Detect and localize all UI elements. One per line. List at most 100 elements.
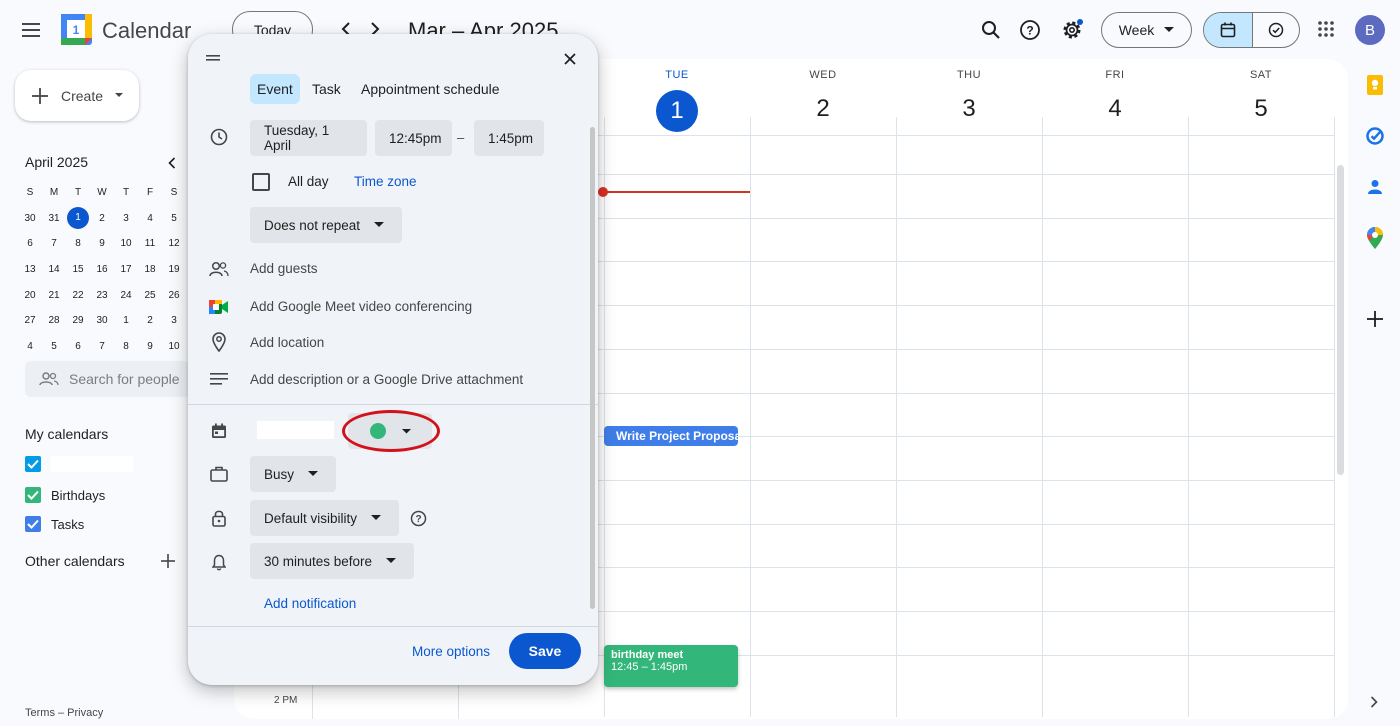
my-calendar-item-primary[interactable]	[25, 456, 133, 472]
availability-dropdown[interactable]: Busy	[250, 456, 336, 492]
mini-calendar-day[interactable]: 30	[18, 213, 42, 224]
tab-appointment-schedule[interactable]: Appointment schedule	[354, 74, 507, 104]
mini-calendar-day[interactable]: 2	[138, 315, 162, 326]
mini-calendar-day[interactable]: 17	[114, 264, 138, 275]
mini-calendar-day[interactable]: 2	[90, 213, 114, 224]
keep-app-button[interactable]	[1363, 73, 1387, 97]
mini-calendar-day[interactable]: 5	[162, 213, 186, 224]
day-number[interactable]: 1	[604, 90, 750, 128]
day-header-tue[interactable]: TUE 1	[604, 59, 750, 128]
mini-calendar-day[interactable]: 3	[162, 315, 186, 326]
mini-calendar-day[interactable]: 4	[138, 213, 162, 224]
repeat-dropdown[interactable]: Does not repeat	[250, 207, 402, 243]
maps-app-button[interactable]	[1363, 226, 1387, 250]
mini-calendar-day[interactable]: 1	[66, 207, 90, 229]
help-button[interactable]: ?	[1015, 15, 1045, 45]
mini-calendar-day[interactable]: 15	[66, 264, 90, 275]
day-number[interactable]: 2	[750, 90, 896, 128]
search-button[interactable]	[976, 15, 1006, 45]
tasks-app-button[interactable]	[1363, 124, 1387, 148]
mini-calendar-day[interactable]: 19	[162, 264, 186, 275]
mini-calendar-day[interactable]: 26	[162, 290, 186, 301]
close-dialog-button[interactable]	[559, 48, 581, 70]
day-header-fri[interactable]: FRI 4	[1042, 59, 1188, 128]
show-side-panel-button[interactable]	[1366, 694, 1382, 710]
my-calendar-item-tasks[interactable]: Tasks	[25, 516, 84, 532]
search-people-input[interactable]: Search for people	[25, 361, 190, 397]
calendar-view-button[interactable]	[1204, 13, 1252, 47]
event-block-birthday-meet[interactable]: birthday meet 12:45 – 1:45pm	[604, 645, 738, 687]
my-calendar-item-birthdays[interactable]: Birthdays	[25, 487, 105, 503]
mini-calendar-day[interactable]: 8	[114, 341, 138, 352]
day-header-wed[interactable]: WED 2	[750, 59, 896, 128]
mini-calendar-day[interactable]: 29	[66, 315, 90, 326]
mini-calendar-day[interactable]: 13	[18, 264, 42, 275]
drag-handle-icon[interactable]	[206, 54, 222, 64]
mini-calendar-day[interactable]: 8	[66, 238, 90, 249]
add-notification-link[interactable]: Add notification	[264, 596, 356, 611]
mini-calendar-day[interactable]: 9	[90, 238, 114, 249]
add-description-field[interactable]: Add description or a Google Drive attach…	[250, 372, 523, 387]
mini-calendar-day[interactable]: 12	[162, 238, 186, 249]
mini-calendar-day[interactable]: 7	[42, 238, 66, 249]
mini-calendar-day[interactable]: 31	[42, 213, 66, 224]
mini-calendar-day[interactable]: 24	[114, 290, 138, 301]
mini-calendar-day[interactable]: 18	[138, 264, 162, 275]
main-menu-button[interactable]	[14, 12, 50, 48]
contacts-app-button[interactable]	[1363, 175, 1387, 199]
mini-calendar-day[interactable]: 10	[162, 341, 186, 352]
dialog-scrollbar[interactable]	[590, 127, 595, 609]
mini-calendar-day[interactable]: 6	[66, 341, 90, 352]
day-header-sat[interactable]: SAT 5	[1188, 59, 1334, 128]
add-meet-button[interactable]: Add Google Meet video conferencing	[250, 299, 472, 314]
mini-calendar-day[interactable]: 22	[66, 290, 90, 301]
day-number[interactable]: 3	[896, 90, 1042, 128]
end-time-button[interactable]: 1:45pm	[474, 120, 544, 156]
mini-calendar-day[interactable]: 9	[138, 341, 162, 352]
tab-task[interactable]: Task	[305, 74, 348, 104]
mini-calendar-prev-button[interactable]	[163, 154, 181, 172]
mini-calendar-day[interactable]: 21	[42, 290, 66, 301]
other-calendars-title[interactable]: Other calendars	[25, 553, 125, 569]
checkbox-checked-icon[interactable]	[25, 487, 41, 503]
google-apps-button[interactable]	[1312, 15, 1340, 43]
calendar-select-redacted[interactable]	[257, 421, 334, 439]
get-addons-button[interactable]	[1363, 307, 1387, 331]
day-number[interactable]: 5	[1188, 90, 1334, 128]
mini-calendar-day[interactable]: 7	[90, 341, 114, 352]
add-guests-field[interactable]: Add guests	[250, 261, 318, 276]
view-select-dropdown[interactable]: Week	[1101, 12, 1192, 48]
create-button[interactable]: Create	[15, 70, 139, 121]
add-location-field[interactable]: Add location	[250, 335, 324, 350]
add-other-calendar-button[interactable]	[159, 552, 177, 570]
checkbox-checked-icon[interactable]	[25, 516, 41, 532]
mini-calendar-day[interactable]: 1	[114, 315, 138, 326]
more-options-button[interactable]: More options	[412, 644, 490, 659]
mini-calendar-day[interactable]: 4	[18, 341, 42, 352]
mini-calendar-day[interactable]: 10	[114, 238, 138, 249]
time-zone-link[interactable]: Time zone	[354, 174, 417, 189]
mini-calendar-day[interactable]: 28	[42, 315, 66, 326]
tasks-view-button[interactable]	[1252, 13, 1300, 47]
mini-calendar-day[interactable]: 16	[90, 264, 114, 275]
visibility-dropdown[interactable]: Default visibility	[250, 500, 399, 536]
mini-calendar-day[interactable]: 14	[42, 264, 66, 275]
notification-dropdown[interactable]: 30 minutes before	[250, 543, 414, 579]
mini-calendar-day[interactable]: 30	[90, 315, 114, 326]
mini-calendar-day[interactable]: 23	[90, 290, 114, 301]
day-number[interactable]: 4	[1042, 90, 1188, 128]
mini-calendar-day[interactable]: 27	[18, 315, 42, 326]
mini-calendar-day[interactable]: 20	[18, 290, 42, 301]
tab-event[interactable]: Event	[250, 74, 300, 104]
mini-calendar-day[interactable]: 11	[138, 238, 162, 249]
my-calendars-title[interactable]: My calendars	[25, 426, 108, 442]
day-header-thu[interactable]: THU 3	[896, 59, 1042, 128]
mini-calendar-day[interactable]: 25	[138, 290, 162, 301]
week-view-scrollbar[interactable]	[1337, 165, 1344, 475]
mini-calendar-day[interactable]: 6	[18, 238, 42, 249]
account-avatar[interactable]: B	[1355, 15, 1385, 45]
terms-privacy-links[interactable]: Terms – Privacy	[25, 707, 103, 719]
settings-button[interactable]	[1056, 14, 1088, 46]
mini-calendar-day[interactable]: 5	[42, 341, 66, 352]
checkbox-checked-icon[interactable]	[25, 456, 41, 472]
